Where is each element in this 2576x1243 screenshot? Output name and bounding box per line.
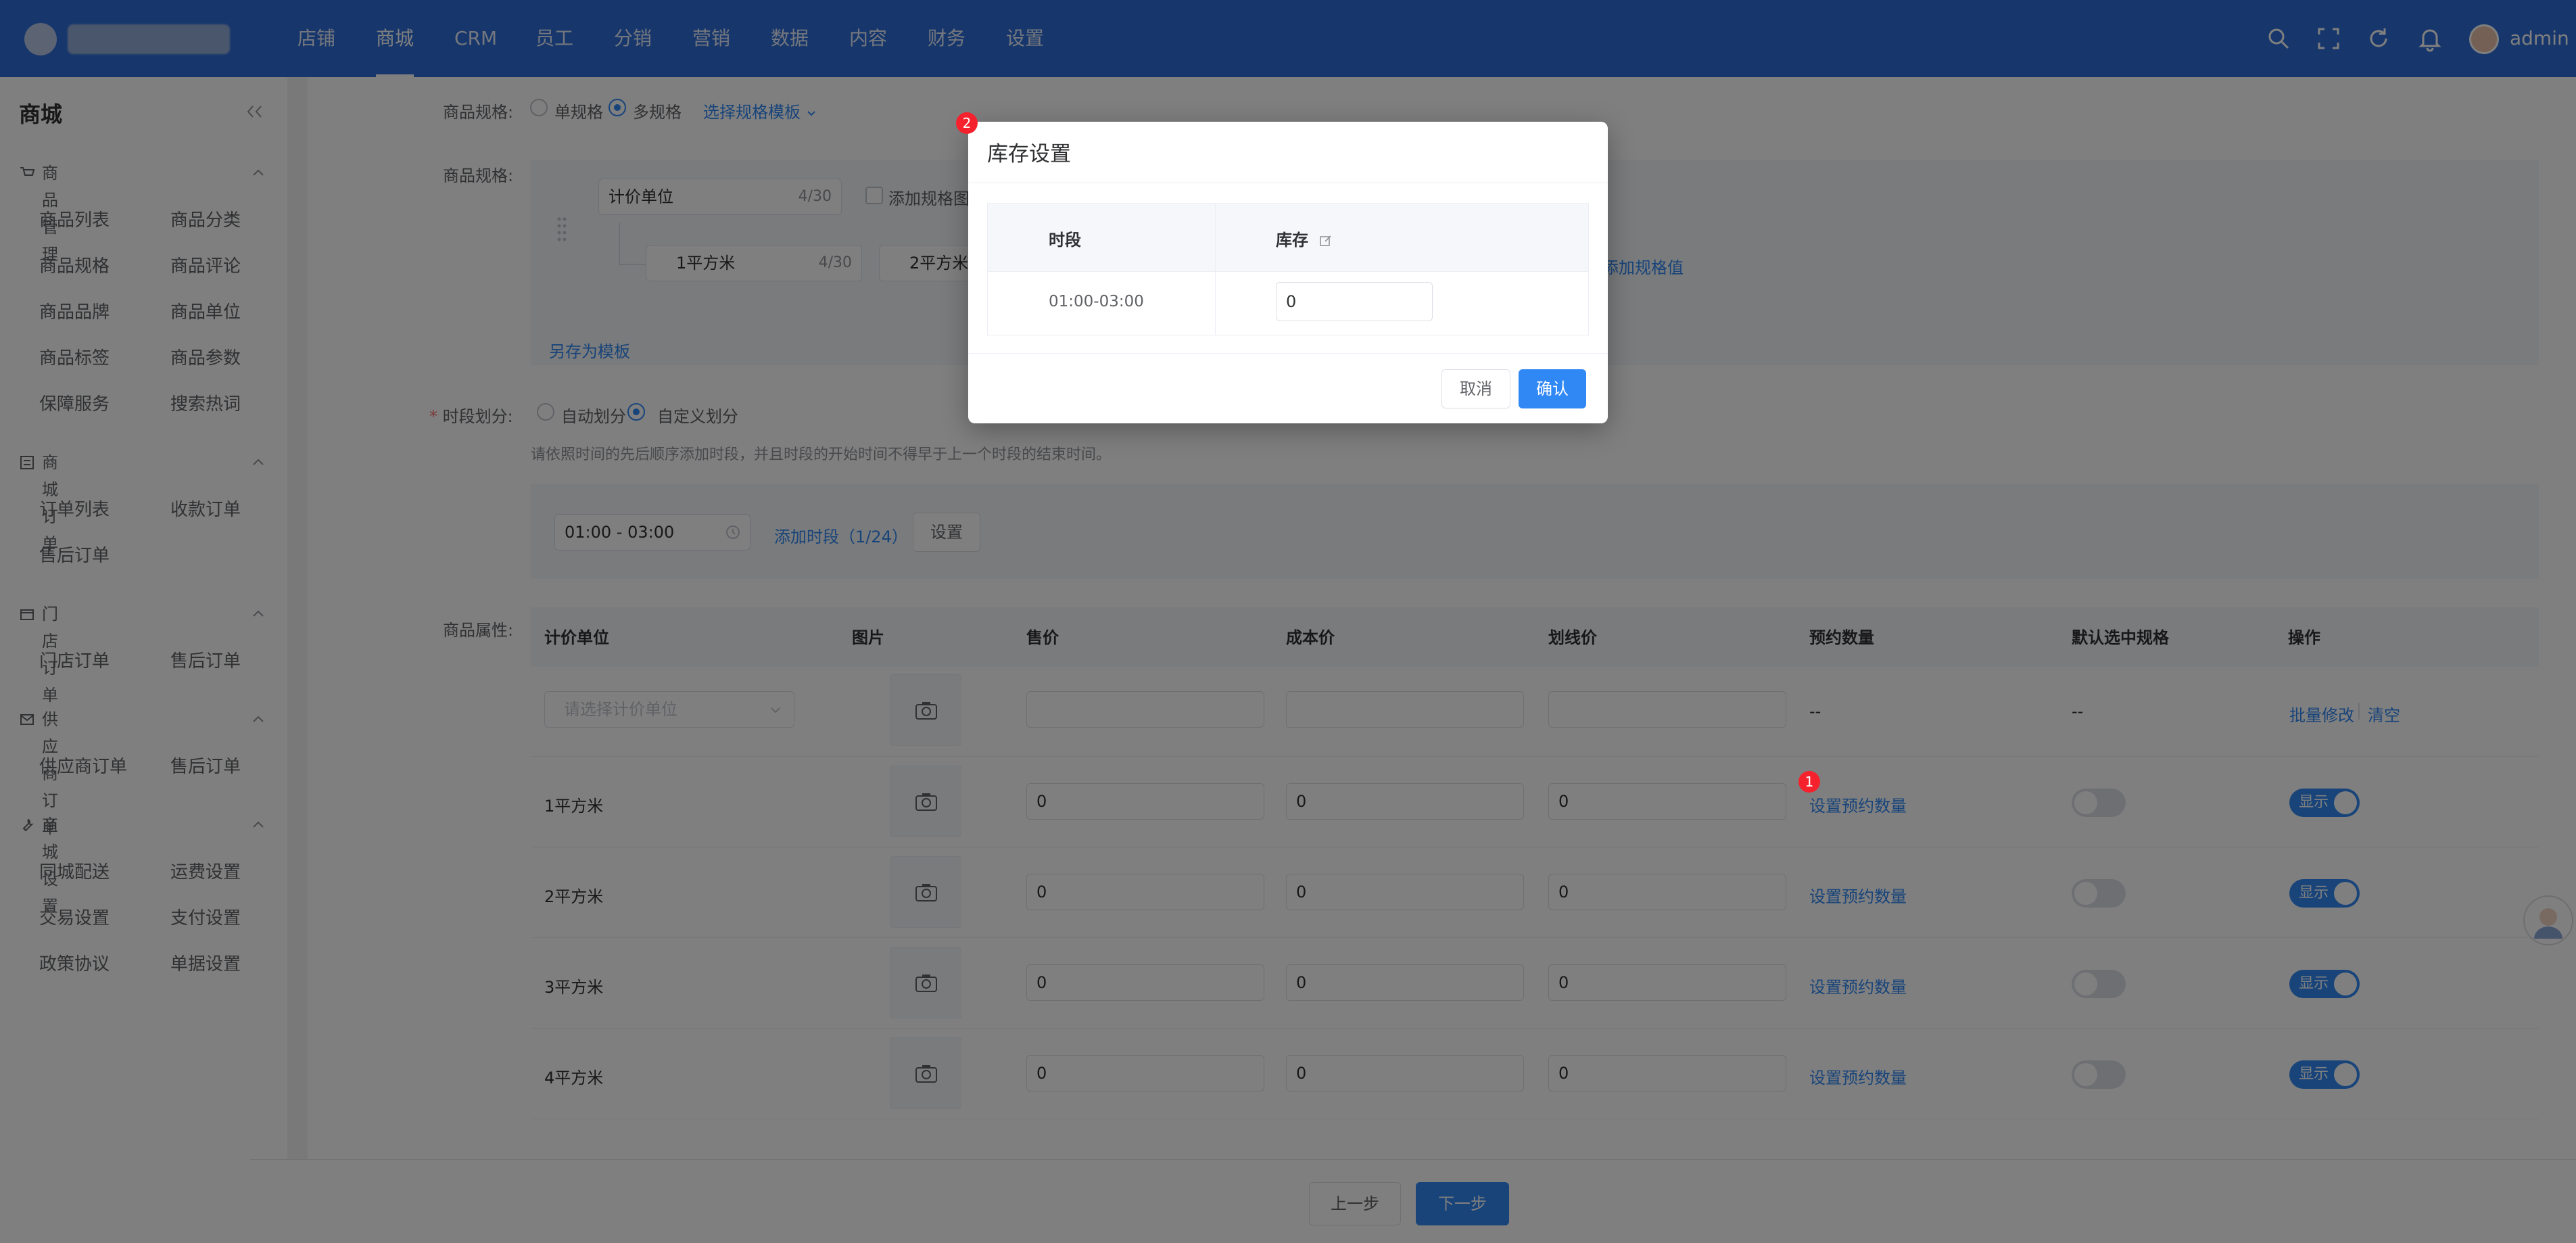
stock-table: 时段 库存 01:00-03:00 0	[987, 203, 1589, 335]
confirm-button[interactable]: 确认	[1519, 369, 1586, 408]
dialog-title: 库存设置	[987, 142, 1071, 166]
row-divider	[988, 271, 1588, 272]
stock-input[interactable]: 0	[1276, 282, 1433, 321]
dialog-footer-divider	[968, 353, 1608, 354]
col-stock-label: 库存	[1276, 231, 1308, 250]
col-period: 时段	[1049, 231, 1081, 250]
step-badge-2: 2	[956, 112, 978, 134]
col-stock: 库存	[1276, 227, 1333, 250]
step-badge-1: 1	[1798, 771, 1820, 793]
stock-settings-dialog: 库存设置 时段 库存 01:00-03:00 0 取消 确认	[968, 122, 1608, 423]
period-cell: 01:00-03:00	[1049, 293, 1144, 310]
edit-icon[interactable]	[1319, 234, 1333, 248]
cancel-button[interactable]: 取消	[1441, 369, 1510, 408]
column-divider	[1215, 204, 1216, 335]
